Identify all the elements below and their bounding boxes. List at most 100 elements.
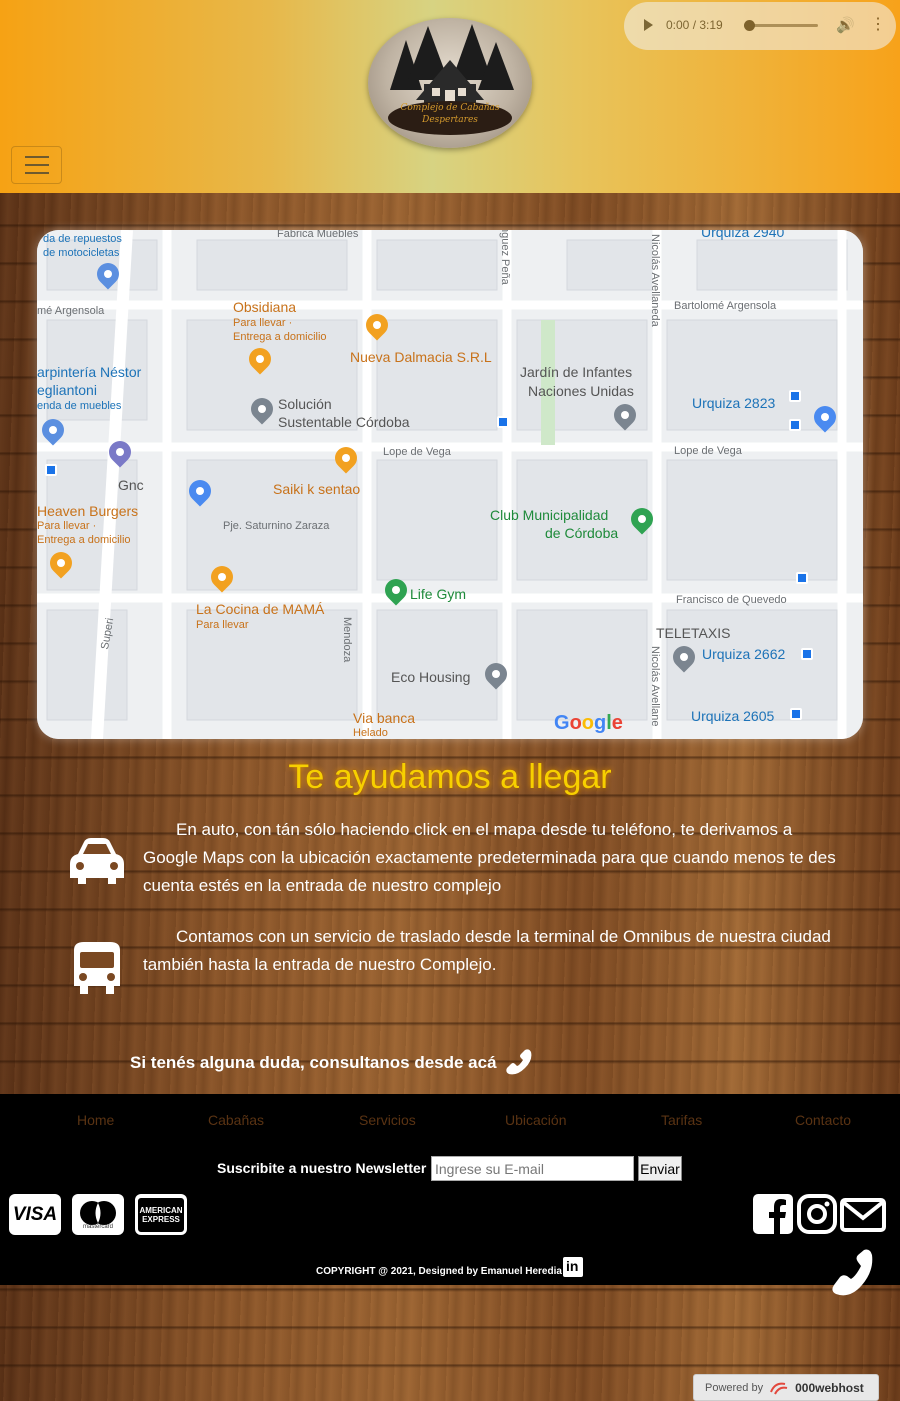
location-map[interactable]: Fabrica Muebles Urquiza 2940 da de repue…: [37, 230, 863, 739]
powered-by-host: 000webhost: [795, 1380, 864, 1395]
map-label: Gnc: [118, 477, 144, 493]
site-header: Complejo de Cabañas Despertares 0:00 / 3…: [0, 0, 900, 193]
nav-link-contacto[interactable]: Contacto: [795, 1112, 851, 1128]
audio-player: 0:00 / 3:19 🔊 ⋮: [624, 2, 896, 50]
mastercard-label: mastercard: [82, 1223, 113, 1230]
amex-label-2: EXPRESS: [142, 1214, 180, 1224]
map-label: Entrega a domicilio: [233, 331, 327, 343]
mastercard-circles-icon: [80, 1200, 116, 1225]
map-label: Nueva Dalmacia S.R.L: [350, 349, 492, 365]
audio-seek-bar[interactable]: [744, 24, 818, 27]
phone-icon[interactable]: [503, 1046, 533, 1076]
nav-link-tarifas[interactable]: Tarifas: [661, 1112, 702, 1128]
amex-label-1: AMERICAN: [139, 1205, 183, 1215]
linkedin-glyph: in: [566, 1258, 579, 1274]
volume-icon[interactable]: 🔊: [836, 16, 855, 34]
logo-line-1: Complejo de Cabañas: [400, 103, 500, 113]
site-logo[interactable]: Complejo de Cabañas Despertares: [368, 18, 532, 148]
bus-stop-icon[interactable]: [790, 708, 802, 720]
map-label: Lope de Vega: [383, 446, 451, 458]
map-label: Eco Housing: [391, 669, 471, 685]
map-label: enda de muebles: [37, 400, 122, 412]
amex-card-icon: AMERICAN EXPRESS: [135, 1194, 187, 1235]
map-label: da de repuestos: [43, 233, 122, 245]
map-label: Bartolomé Argensola: [674, 300, 777, 312]
bus-stop-icon[interactable]: [789, 419, 801, 431]
car-info-text: En auto, con tán sólo haciendo click en …: [143, 820, 836, 895]
map-label: Francisco de Quevedo: [676, 594, 787, 606]
map-label: Jardín de Infantes: [520, 364, 633, 380]
map-label: Fabrica Muebles: [277, 230, 359, 240]
map-label: arpintería Néstor: [37, 364, 142, 380]
bus-stop-icon[interactable]: [796, 572, 808, 584]
visa-card-icon: VISA: [9, 1194, 61, 1235]
map-label: de motocicletas: [43, 247, 120, 259]
map-label: Heaven Burgers: [37, 503, 139, 519]
bus-info-text: Contamos con un servicio de traslado des…: [143, 927, 831, 974]
map-label: nguez Peña: [499, 230, 511, 285]
map-label: Urquiza 2605: [691, 708, 775, 724]
bus-icon: [74, 942, 120, 994]
instagram-icon[interactable]: [797, 1194, 837, 1234]
map-label: Mendoza: [341, 617, 353, 663]
map-label: Solución: [278, 396, 332, 412]
phone-call-icon[interactable]: [828, 1245, 876, 1297]
map-label: Naciones Unidas: [528, 383, 634, 399]
map-label: Life Gym: [410, 586, 467, 602]
map-label: Saiki k sentao: [273, 481, 361, 497]
mail-icon[interactable]: [840, 1198, 886, 1232]
more-vertical-icon[interactable]: ⋮: [870, 14, 886, 34]
footer-nav: Home Cabañas Servicios Ubicación Tarifas…: [0, 1112, 900, 1132]
map-label: TELETAXIS: [656, 625, 731, 641]
map-label: Club Municipalidad: [490, 507, 609, 523]
bus-stop-icon[interactable]: [497, 416, 509, 428]
mastercard-card-icon: mastercard: [72, 1194, 124, 1235]
facebook-icon[interactable]: [753, 1194, 793, 1234]
map-label: Pje. Saturnino Zaraza: [223, 520, 330, 532]
audio-time: 0:00 / 3:19: [666, 18, 723, 32]
map-label: Nicolás Avellane: [649, 646, 661, 727]
map-label: Urquiza 2662: [702, 646, 786, 662]
map-label: Entrega a domicilio: [37, 534, 131, 546]
play-icon[interactable]: [644, 19, 653, 31]
linkedin-icon[interactable]: in: [563, 1257, 583, 1277]
nav-link-cabanas[interactable]: Cabañas: [208, 1112, 264, 1128]
nav-link-home[interactable]: Home: [77, 1112, 114, 1128]
car-icon: [70, 838, 124, 884]
map-label: Urquiza 2940: [701, 230, 785, 240]
nav-link-servicios[interactable]: Servicios: [359, 1112, 416, 1128]
menu-toggle-button[interactable]: [11, 146, 62, 184]
powered-by-badge[interactable]: Powered by 000webhost: [693, 1374, 879, 1401]
map-label: Para llevar ·: [233, 317, 293, 329]
contact-prompt: Si tenés alguna duda, consultanos desde …: [130, 1053, 497, 1072]
map-label: Urquiza 2823: [692, 395, 776, 411]
nav-link-ubicacion[interactable]: Ubicación: [505, 1112, 566, 1128]
bus-stop-icon[interactable]: [789, 390, 801, 402]
map-label: Sustentable Córdoba: [278, 414, 410, 430]
logo-line-2: Despertares: [422, 115, 478, 125]
map-label: mé Argensola: [37, 305, 105, 317]
newsletter-submit-button[interactable]: Enviar: [638, 1156, 682, 1181]
copyright-text: COPYRIGHT @ 2021, Designed by Emanuel He…: [316, 1266, 562, 1277]
map-label: Via banca: [353, 710, 416, 726]
webhost-logo-icon: [770, 1382, 788, 1394]
google-logo: Google: [554, 712, 623, 734]
bus-stop-icon[interactable]: [45, 464, 57, 476]
powered-by-label: Powered by: [705, 1381, 764, 1394]
map-label: Para llevar ·: [37, 520, 97, 532]
section-title: Te ayudamos a llegar: [288, 758, 612, 796]
map-label: Helado: [353, 727, 388, 739]
newsletter-label: Suscribite a nuestro Newsletter: [217, 1160, 427, 1176]
map-label: egliantoni: [37, 382, 97, 398]
map-label: Obsidiana: [233, 299, 297, 315]
map-label: Para llevar: [196, 619, 249, 631]
logo-text: Complejo de Cabañas Despertares: [384, 102, 516, 126]
hamburger-icon: [24, 172, 49, 174]
map-label: de Córdoba: [545, 525, 619, 541]
bus-stop-icon[interactable]: [801, 648, 813, 660]
map-label: Lope de Vega: [674, 445, 742, 457]
site-footer: Home Cabañas Servicios Ubicación Tarifas…: [0, 1094, 900, 1285]
cabins-logo-graphic: [388, 24, 514, 135]
audio-seek-handle[interactable]: [744, 20, 755, 31]
newsletter-email-input[interactable]: [431, 1156, 634, 1181]
